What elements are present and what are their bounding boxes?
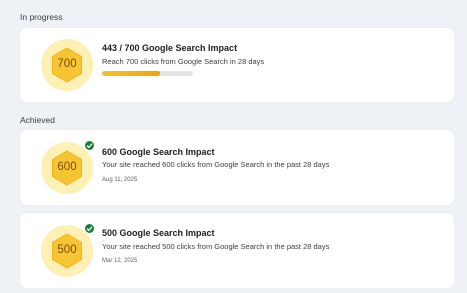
achievement-date: Mar 12, 2025: [102, 258, 138, 264]
goal-description: Reach 700 clicks from Google Search in 2…: [102, 57, 265, 66]
badge: 700: [41, 39, 93, 91]
achievement-card[interactable]: 600 600 Google Search Impact Your site r…: [20, 130, 454, 205]
progress-bar-fill: [102, 71, 160, 76]
badge: 600: [41, 140, 95, 194]
achievement-card[interactable]: 500 500 Google Search Impact Your site r…: [20, 213, 454, 288]
check-circle-icon: [84, 223, 95, 234]
progress-bar: [102, 71, 193, 76]
check-circle-icon: [84, 140, 95, 151]
section-label-in-progress: In progress: [20, 12, 63, 22]
achievement-title: 600 Google Search Impact: [102, 147, 215, 157]
goal-title: 443 / 700 Google Search Impact: [102, 43, 238, 53]
achievement-date: Aug 11, 2025: [102, 177, 138, 183]
goal-card-in-progress[interactable]: 700 443 / 700 Google Search Impact Reach…: [20, 28, 454, 102]
achievement-description: Your site reached 600 clicks from Google…: [102, 160, 330, 169]
badge-value: 700: [57, 58, 77, 70]
badge: 500: [41, 223, 95, 277]
badge-value: 600: [57, 161, 77, 173]
badge-value: 500: [57, 244, 77, 256]
section-label-achieved: Achieved: [20, 115, 55, 125]
achievement-description: Your site reached 500 clicks from Google…: [102, 242, 330, 251]
achievement-title: 500 Google Search Impact: [102, 228, 215, 238]
